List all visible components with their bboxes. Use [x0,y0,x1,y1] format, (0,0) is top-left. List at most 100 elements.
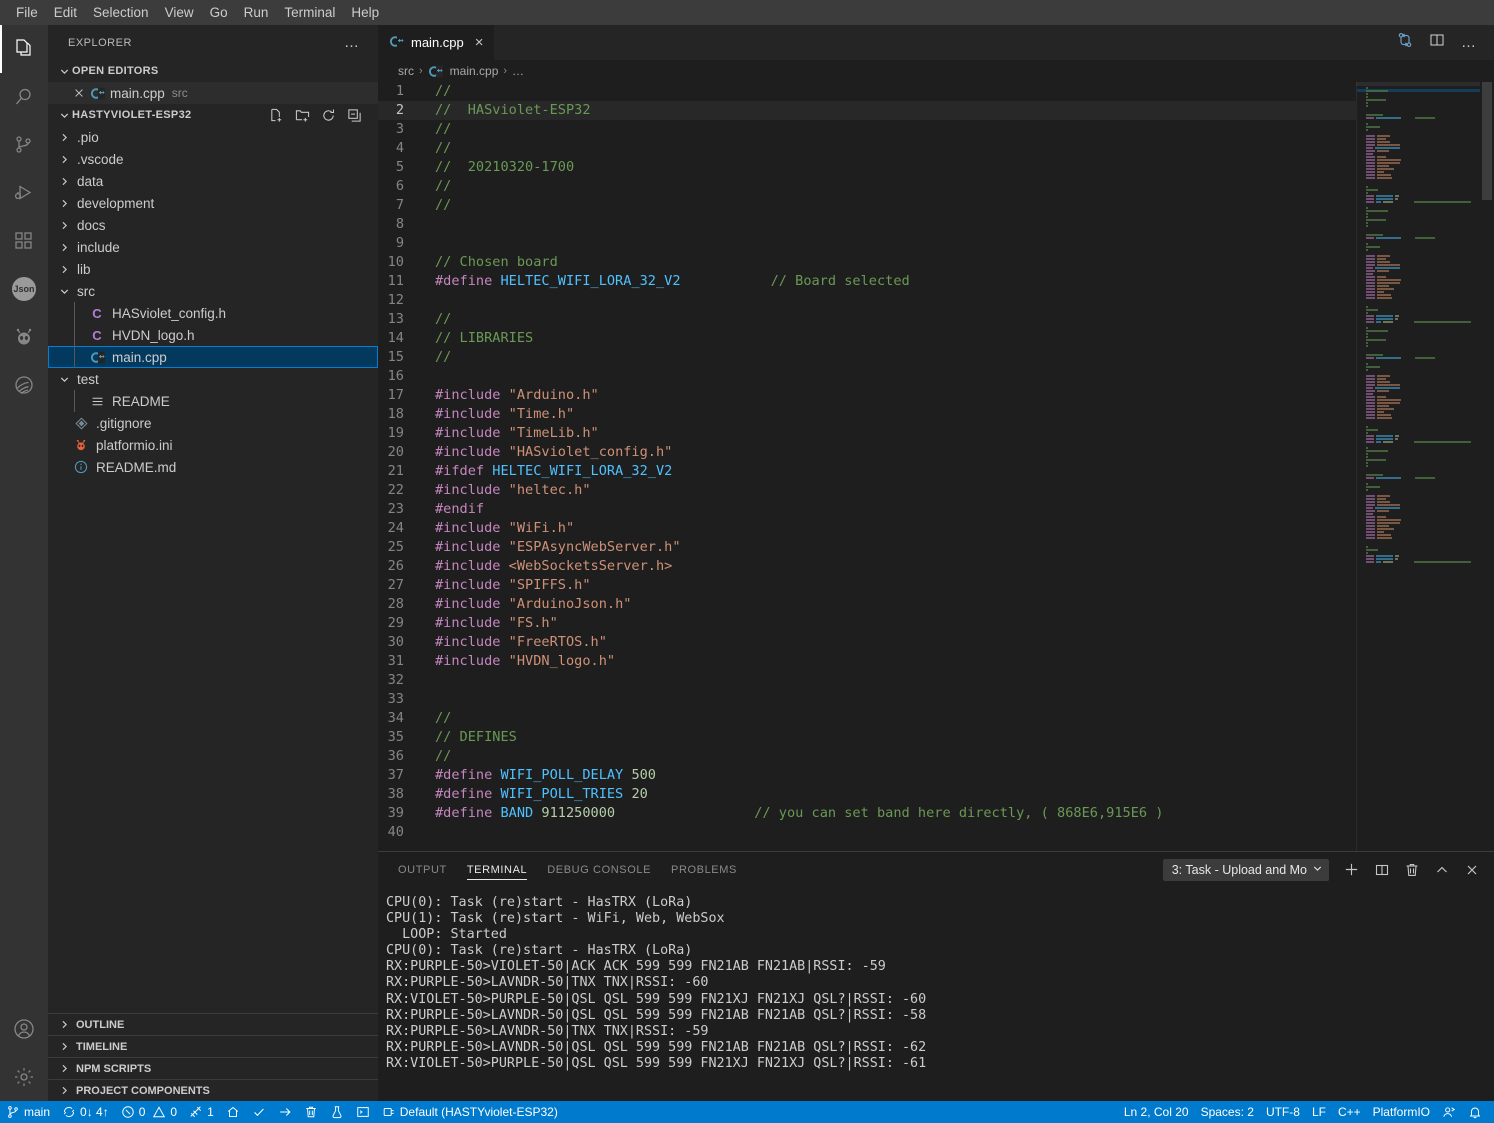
tree-folder--vscode[interactable]: .vscode [48,148,378,170]
statusbar-pio-home[interactable] [220,1101,246,1123]
statusbar-live-share[interactable] [1436,1101,1462,1123]
menu-item-edit[interactable]: Edit [46,2,85,23]
project-section-header[interactable]: HASTYVIOLET-ESP32 [48,104,378,126]
tree-folder--pio[interactable]: .pio [48,126,378,148]
tree-folder-lib[interactable]: lib [48,258,378,280]
sidebar-section-outline[interactable]: OUTLINE [48,1013,378,1035]
sidebar-section-project-components[interactable]: PROJECT COMPONENTS [48,1079,378,1101]
extensions-icon[interactable] [0,217,48,265]
statusbar-platformio-status[interactable]: PlatformIO [1367,1101,1436,1123]
minimap-token [1366,116,1375,119]
tree-file-readme-md[interactable]: README.md [48,456,378,478]
breadcrumb-item[interactable]: main.cpp [450,64,499,78]
code-editor[interactable]: 1 // 2 // HASviolet-ESP32 3 // 4 // 5 // 20210320… [378,82,1494,851]
cpp-file-icon [88,86,106,101]
editor-scrollbar-thumb[interactable] [1482,82,1492,200]
menu-item-run[interactable]: Run [236,2,277,23]
sidebar-section-timeline[interactable]: TIMELINE [48,1035,378,1057]
statusbar-pio-build[interactable] [246,1101,272,1123]
panel-tab-problems[interactable]: PROBLEMS [671,852,737,887]
statusbar-pio-upload[interactable] [272,1101,298,1123]
statusbar-encoding[interactable]: UTF-8 [1260,1101,1306,1123]
tree-file--gitignore[interactable]: .gitignore [48,412,378,434]
json-icon[interactable]: Json [0,265,48,313]
open-editor-item[interactable]: main.cpp src [48,82,378,104]
tree-folder-test[interactable]: test [48,368,378,390]
minimap-token [1376,356,1402,359]
more-actions-icon[interactable]: … [1461,34,1477,51]
tab-main-cpp[interactable]: main.cpp × [378,25,495,60]
tree-file-hvdn-logo-h[interactable]: C HVDN_logo.h [48,324,378,346]
sidebar-more-actions-icon[interactable]: … [344,34,360,51]
open-editors-section-header[interactable]: OPEN EDITORS [48,60,378,82]
tree-file-main-cpp[interactable]: main.cpp [48,346,378,368]
remote-explorer-icon[interactable] [0,361,48,409]
code-lines[interactable]: 1 // 2 // HASviolet-ESP32 3 // 4 // 5 // 20210320… [378,82,1356,851]
minimap-token [1366,509,1376,512]
statusbar-language-mode[interactable]: C++ [1332,1101,1367,1123]
close-icon[interactable] [70,87,88,99]
new-file-icon[interactable] [269,108,284,123]
statusbar-pio-terminal[interactable] [350,1101,376,1123]
tree-folder-data[interactable]: data [48,170,378,192]
panel-tab-output[interactable]: OUTPUT [398,852,447,887]
statusbar-remote-branch[interactable]: main [0,1101,56,1123]
tree-folder-development[interactable]: development [48,192,378,214]
explorer-icon[interactable] [0,25,48,73]
statusbar-pio-project-env[interactable]: Default (HASTYviolet-ESP32) [376,1101,564,1123]
minimap-token [1377,290,1385,293]
sidebar-section-npm-scripts[interactable]: NPM SCRIPTS [48,1057,378,1079]
minimap-slider[interactable] [1356,82,1480,86]
menu-item-selection[interactable]: Selection [85,2,157,23]
new-terminal-icon[interactable] [1343,861,1360,878]
statusbar-pio-test[interactable] [324,1101,350,1123]
tree-folder-include[interactable]: include [48,236,378,258]
menu-item-view[interactable]: View [157,2,202,23]
menu-item-terminal[interactable]: Terminal [276,2,343,23]
split-terminal-icon[interactable] [1374,862,1390,878]
panel-tab-terminal[interactable]: TERMINAL [466,852,528,887]
statusbar-cursor-position[interactable]: Ln 2, Col 20 [1118,1101,1195,1123]
collapse-all-icon[interactable] [347,108,362,123]
editor-scrollbar[interactable] [1480,82,1494,851]
menu-item-go[interactable]: Go [202,2,236,23]
statusbar-pio-clean[interactable] [298,1101,324,1123]
tree-file-readme[interactable]: README [48,390,378,412]
statusbar-ports[interactable]: 1 [183,1101,220,1123]
menu-item-file[interactable]: File [8,2,46,23]
statusbar-problems[interactable]: 00 [115,1101,183,1123]
new-folder-icon[interactable] [295,108,310,123]
minimap-token [1366,527,1376,530]
maximize-panel-icon[interactable] [1434,862,1450,878]
statusbar-notifications[interactable] [1462,1101,1488,1123]
split-editor-vertical-icon[interactable] [1429,32,1445,53]
platformio-alien-icon[interactable] [0,313,48,361]
settings-gear-icon[interactable] [0,1053,48,1101]
close-panel-icon[interactable] [1464,862,1480,878]
breadcrumb-item[interactable]: src [398,64,414,78]
statusbar-sync-changes[interactable]: 0↓ 4↑ [56,1101,115,1123]
statusbar-indentation[interactable]: Spaces: 2 [1195,1101,1260,1123]
source-control-compare-icon[interactable] [1397,32,1413,53]
breadcrumb-item[interactable]: … [512,64,524,78]
tree-folder-docs[interactable]: docs [48,214,378,236]
terminal-output[interactable]: CPU(0): Task (re)start - HasTRX (LoRa) CP… [378,887,1494,1101]
terminal-selector-dropdown[interactable]: 3: Task - Upload and Mo [1162,858,1329,881]
tab-close-icon[interactable]: × [475,35,484,50]
minimap[interactable] [1356,82,1480,851]
tree-file-hasviolet-config-h[interactable]: C HASviolet_config.h [48,302,378,324]
search-icon[interactable] [0,73,48,121]
menu-item-help[interactable]: Help [343,2,387,23]
panel-tab-debug-console[interactable]: DEBUG CONSOLE [547,852,651,887]
tree-file-platformio-ini[interactable]: platformio.ini [48,434,378,456]
run-and-debug-icon[interactable] [0,169,48,217]
statusbar-eol[interactable]: LF [1306,1101,1332,1123]
code-token: #define [435,786,501,802]
tree-folder-src[interactable]: src [48,280,378,302]
source-control-icon[interactable] [0,121,48,169]
accounts-icon[interactable] [0,1005,48,1053]
refresh-icon[interactable] [321,108,336,123]
code-line: 13 // [378,310,1356,329]
code-token: // [435,83,452,99]
kill-terminal-icon[interactable] [1404,862,1420,878]
